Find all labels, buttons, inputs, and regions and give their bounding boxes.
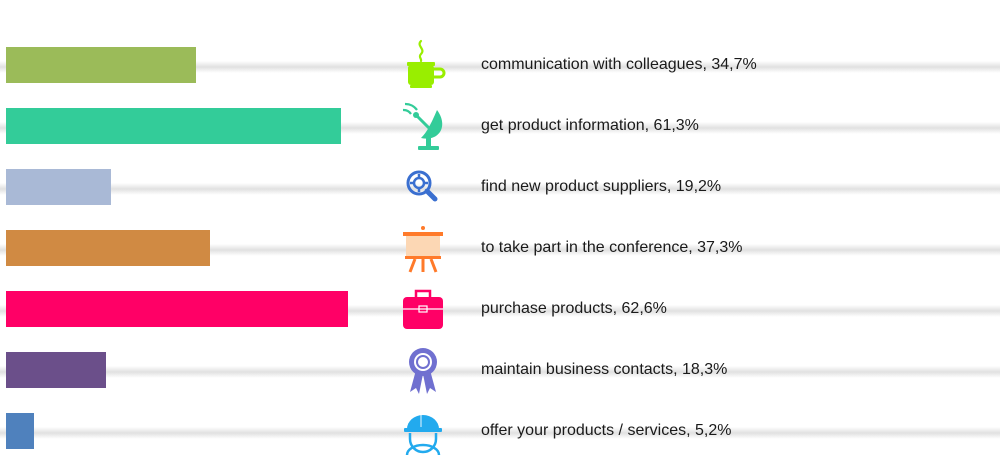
data-label: purchase products, 62,6%: [481, 300, 667, 317]
bar-row: offer your products / services, 5,2%: [0, 413, 1000, 456]
data-label: communication with colleagues, 34,7%: [481, 56, 757, 73]
data-label: to take part in the conference, 37,3%: [481, 239, 743, 256]
magnifier-gear-icon: [397, 161, 449, 213]
hard-hat-worker-icon: [397, 405, 449, 457]
bar-row: maintain business contacts, 18,3%: [0, 348, 1000, 394]
coffee-cup-icon: [397, 39, 449, 91]
data-label: find new product suppliers, 19,2%: [481, 178, 722, 195]
data-label: get product information, 61,3%: [481, 117, 699, 134]
award-ribbon-icon: [397, 344, 449, 396]
bar: [6, 169, 111, 205]
bar-row: find new product suppliers, 19,2%: [0, 169, 1000, 205]
bar: [6, 230, 210, 266]
data-label: maintain business contacts, 18,3%: [481, 361, 728, 378]
bar-row: purchase products, 62,6%: [0, 289, 1000, 329]
bar: [6, 413, 35, 449]
bar-row: communication with colleagues, 34,7%: [0, 39, 1000, 88]
bar-row: get product information, 61,3%: [0, 102, 1000, 150]
bar: [6, 352, 106, 388]
bar: [6, 108, 341, 144]
satellite-dish-icon: [397, 100, 449, 152]
presentation-easel-icon: [397, 222, 449, 274]
data-label: offer your products / services, 5,2%: [481, 422, 732, 439]
bar: [6, 47, 196, 83]
briefcase-icon: [397, 283, 449, 335]
bar: [6, 291, 348, 327]
chart: communication with colleagues, 34,7% get…: [0, 0, 1000, 456]
bar-row: to take part in the conference, 37,3%: [0, 226, 1000, 273]
